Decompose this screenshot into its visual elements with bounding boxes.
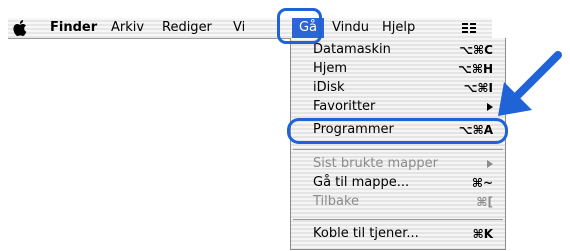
menu-vindu[interactable]: Vindu	[332, 18, 370, 38]
menu-separator	[293, 219, 503, 220]
menu-item-label: Favoritter	[313, 99, 376, 111]
menu-item-label: Koble til tjener...	[313, 226, 419, 241]
menu-item-shortcut: ⌘[	[476, 195, 493, 209]
menu-item-hjem[interactable]: Hjem ⌥⌘H	[291, 59, 505, 79]
menu-arkiv[interactable]: Arkiv	[111, 18, 144, 38]
menu-item-datamaskin[interactable]: Datamaskin ⌥⌘C	[291, 40, 505, 60]
submenu-arrow-icon	[487, 160, 493, 168]
favoritter-row-clip: Favoritter	[291, 98, 505, 111]
menu-item-label: Tilbake	[313, 194, 360, 209]
apple-icon[interactable]	[12, 19, 30, 37]
menu-item-shortcut: ⌘~	[471, 176, 493, 190]
menu-finder[interactable]: Finder	[50, 18, 97, 38]
menu-separator	[293, 149, 503, 150]
menu-item-label: Sist brukte mapper	[313, 156, 438, 171]
menu-vis[interactable]: Vi	[233, 18, 245, 38]
menu-item-idisk[interactable]: iDisk ⌥⌘I	[291, 78, 505, 98]
highlight-ring-programmer	[287, 118, 508, 144]
menu-item-ga-til-mappe[interactable]: Gå til mappe... ⌘~	[291, 173, 505, 193]
menu-item-shortcut: ⌘K	[472, 227, 493, 241]
menu-item-tilbake: Tilbake ⌘[	[291, 192, 505, 212]
menu-extras-icon[interactable]	[462, 23, 476, 33]
menu-item-shortcut: ⌥⌘C	[459, 43, 493, 57]
menu-bar: Finder Arkiv Rediger Vi Gå Vindu Hjelp	[8, 18, 492, 39]
menu-rediger[interactable]: Rediger	[162, 18, 212, 38]
menu-item-favoritter[interactable]: Favoritter	[291, 98, 505, 111]
pointer-arrow-icon	[498, 51, 562, 116]
menu-item-koble-til-tjener[interactable]: Koble til tjener... ⌘K	[291, 224, 505, 244]
menu-item-label: Datamaskin	[313, 42, 391, 57]
menu-item-shortcut: ⌥⌘I	[463, 81, 493, 95]
menu-item-label: iDisk	[313, 80, 345, 95]
menu-item-shortcut: ⌥⌘H	[457, 62, 493, 76]
menu-item-sist-brukte-mapper: Sist brukte mapper	[291, 154, 505, 174]
highlight-ring-ga	[277, 8, 322, 44]
menu-item-label: Hjem	[313, 61, 348, 76]
go-menu: Datamaskin ⌥⌘C Hjem ⌥⌘H iDisk ⌥⌘I Favori…	[290, 38, 506, 250]
menu-item-label: Gå til mappe...	[313, 175, 410, 190]
menu-hjelp[interactable]: Hjelp	[382, 18, 415, 38]
